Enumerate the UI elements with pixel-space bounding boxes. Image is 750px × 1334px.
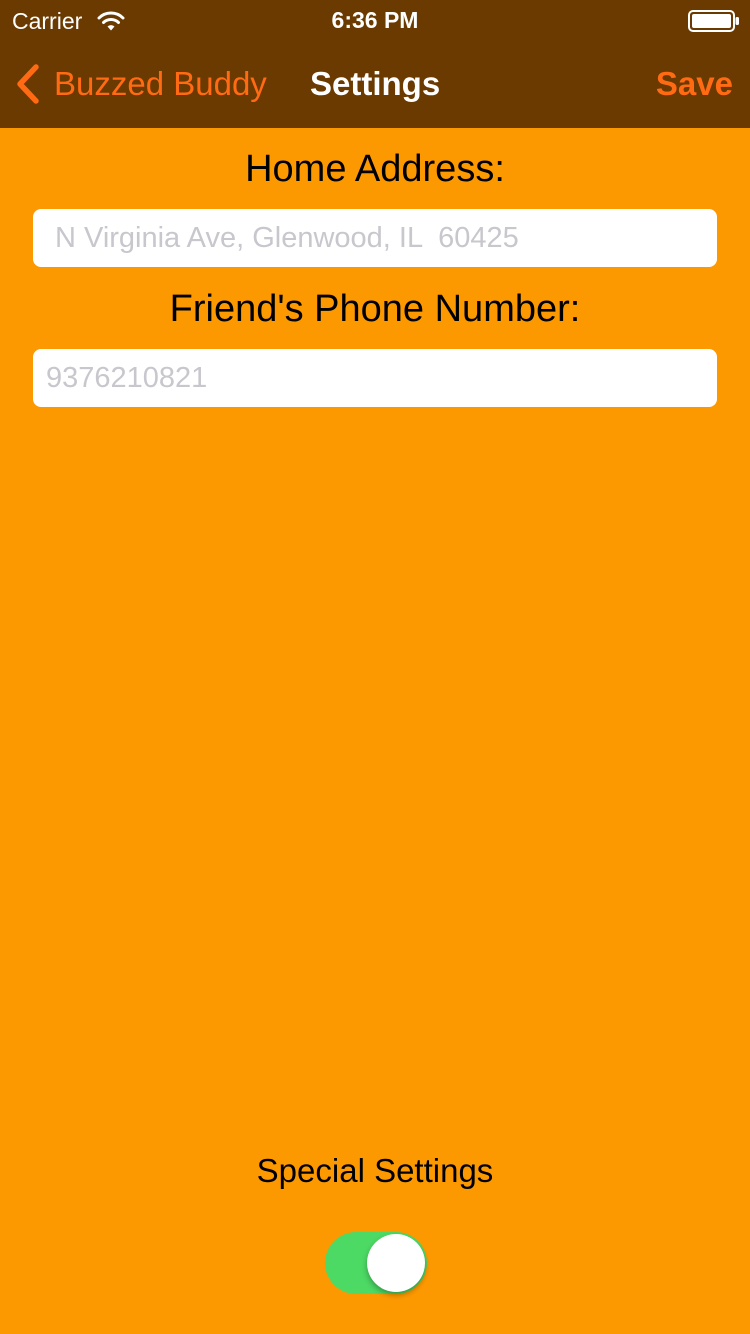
nav-bar: Buzzed Buddy Settings Save <box>0 40 750 128</box>
friend-phone-label: Friend's Phone Number: <box>169 288 581 330</box>
save-button[interactable]: Save <box>656 62 733 106</box>
home-address-label: Home Address: <box>245 148 505 190</box>
page-title: Settings <box>310 65 441 102</box>
home-address-input[interactable] <box>33 209 717 267</box>
header: Carrier 6:36 PM Buzzed Buddy Settings Sa… <box>0 0 750 128</box>
special-settings-toggle[interactable] <box>325 1232 427 1294</box>
toggle-knob <box>367 1234 425 1292</box>
special-settings-label: Special Settings <box>256 1152 494 1189</box>
battery-icon <box>688 10 739 32</box>
friend-phone-input[interactable] <box>33 349 717 407</box>
back-button[interactable]: Buzzed Buddy <box>14 62 267 106</box>
back-button-label: Buzzed Buddy <box>54 65 267 102</box>
status-bar: Carrier 6:36 PM <box>0 0 750 40</box>
clock: 6:36 PM <box>331 7 419 33</box>
chevron-left-icon <box>17 64 39 104</box>
